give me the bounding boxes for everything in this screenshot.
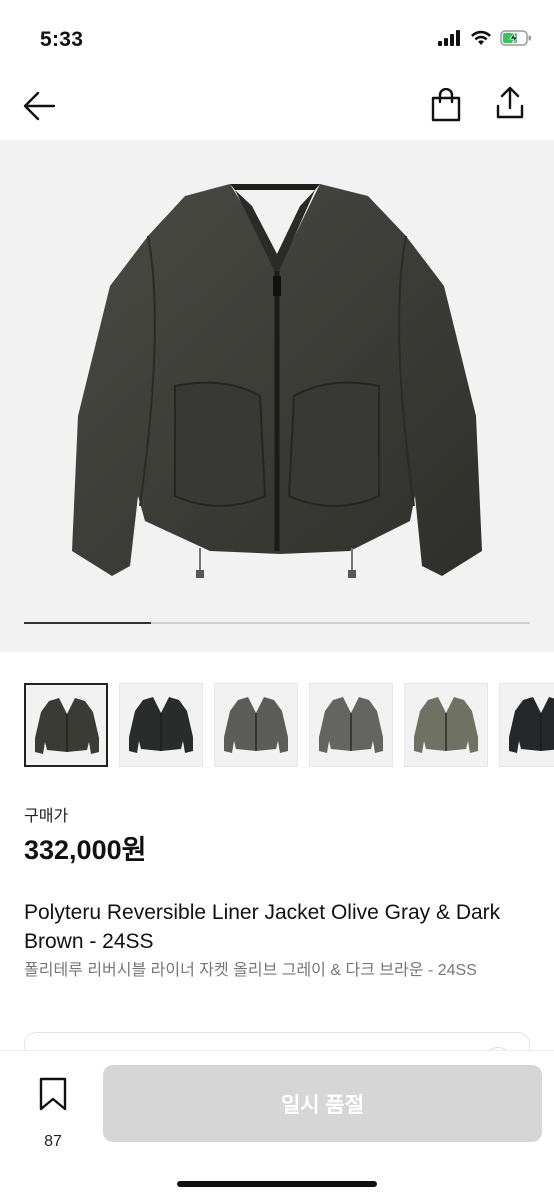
thumbnail-jacket-image	[35, 698, 99, 754]
status-time: 5:33	[40, 28, 84, 51]
wishlist-button[interactable]: 87	[30, 1075, 76, 1150]
thumbnail-black-front[interactable]	[119, 683, 203, 767]
battery-charging-icon	[500, 30, 531, 46]
thumbnail-jacket-image	[319, 697, 383, 753]
wishlist-count: 87	[44, 1133, 62, 1150]
gallery-progress-track	[24, 622, 530, 624]
product-image-gallery[interactable]	[0, 140, 554, 652]
arrow-left-icon	[23, 91, 56, 121]
home-indicator	[177, 1181, 377, 1187]
status-icons	[438, 30, 532, 46]
share-button[interactable]	[494, 86, 532, 126]
shopping-bag-icon	[431, 87, 461, 122]
wifi-icon	[471, 30, 491, 45]
nav-bar	[0, 72, 554, 140]
thumbnail-black-front-2[interactable]	[499, 683, 554, 767]
thumbnail-jacket-image	[224, 697, 288, 753]
thumbnail-gray-front-2[interactable]	[309, 683, 393, 767]
thumbnail-jacket-image	[509, 697, 554, 753]
sold-out-button[interactable]: 일시 품절	[103, 1065, 542, 1142]
product-title-ko: 폴리테루 리버시블 라이너 자켓 올리브 그레이 & 다크 브라운 - 24SS	[24, 962, 477, 979]
signal-icon	[438, 30, 460, 46]
thumbnail-jacket-image	[414, 697, 478, 753]
shopping-bag-button[interactable]	[430, 87, 466, 128]
status-bar: 5:33	[0, 0, 554, 72]
product-image-jacket	[72, 184, 482, 578]
gallery-progress-fill	[24, 622, 151, 624]
bookmark-icon	[39, 1077, 67, 1111]
thumbnail-jacket-image	[129, 697, 193, 753]
thumbnail-olive-front[interactable]	[404, 683, 488, 767]
thumbnail-strip	[24, 683, 554, 767]
price-label: 구매가	[24, 808, 69, 825]
price-value: 332,000원	[24, 835, 147, 865]
bottom-action-bar: 87 일시 품절	[0, 1050, 554, 1200]
thumbnail-gray-front[interactable]	[214, 683, 298, 767]
product-title-en: Polyteru Reversible Liner Jacket Olive G…	[24, 901, 501, 953]
share-icon	[496, 86, 524, 119]
back-button[interactable]	[22, 88, 62, 128]
thumbnail-olive-gray-front[interactable]	[24, 683, 108, 767]
